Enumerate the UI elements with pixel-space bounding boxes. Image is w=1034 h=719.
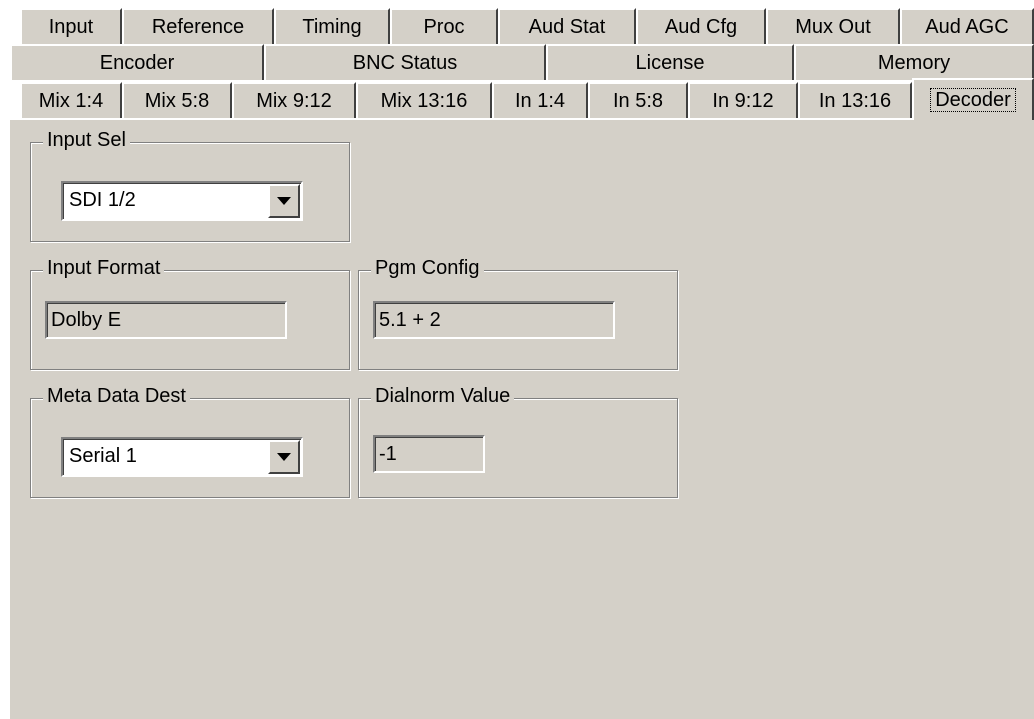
input-format-value: Dolby E xyxy=(51,309,122,331)
tab-label: Input xyxy=(48,15,94,38)
input-sel-value: SDI 1/2 xyxy=(69,189,136,211)
pgm-config-label: Pgm Config xyxy=(371,257,484,280)
tab-label: BNC Status xyxy=(352,51,458,74)
tab-label: License xyxy=(635,51,705,74)
tab-aud-cfg[interactable]: Aud Cfg xyxy=(636,8,766,44)
tab-aud-agc[interactable]: Aud AGC xyxy=(900,8,1034,44)
tab-label: Proc xyxy=(423,15,465,38)
meta-data-dest-value: Serial 1 xyxy=(69,445,137,467)
tab-label: Mux Out xyxy=(795,15,871,38)
tab-bnc-status[interactable]: BNC Status xyxy=(264,44,546,80)
dialnorm-value-label: Dialnorm Value xyxy=(371,385,515,408)
tab-label: Mix 13:16 xyxy=(380,89,468,112)
chevron-down-icon xyxy=(277,453,291,461)
input-sel-label: Input Sel xyxy=(43,129,130,152)
meta-data-dest-dropdown[interactable]: Serial 1 xyxy=(61,437,303,477)
tab-label: In 1:4 xyxy=(514,89,566,112)
tab-timing[interactable]: Timing xyxy=(274,8,390,44)
tab-label: Timing xyxy=(302,15,362,38)
input-format-label: Input Format xyxy=(43,257,165,280)
tab-encoder[interactable]: Encoder xyxy=(10,44,264,80)
decoder-panel: Input Sel SDI 1/2 Input Format Dolby E P… xyxy=(8,118,1034,719)
tab-in-9-12[interactable]: In 9:12 xyxy=(688,82,798,118)
tab-label: Memory xyxy=(877,51,951,74)
input-format-group: Input Format Dolby E xyxy=(30,257,350,370)
pgm-config-value: 5.1 + 2 xyxy=(379,309,441,331)
tab-aud-stat[interactable]: Aud Stat xyxy=(498,8,636,44)
tab-reference[interactable]: Reference xyxy=(122,8,274,44)
tab-in-5-8[interactable]: In 5:8 xyxy=(588,82,688,118)
tab-proc[interactable]: Proc xyxy=(390,8,498,44)
tab-label: Mix 1:4 xyxy=(38,89,104,112)
pgm-config-group: Pgm Config 5.1 + 2 xyxy=(358,257,678,370)
input-sel-group: Input Sel SDI 1/2 xyxy=(30,129,350,242)
pgm-config-field: 5.1 + 2 xyxy=(373,301,615,339)
tab-label: In 13:16 xyxy=(818,89,892,112)
chevron-down-icon xyxy=(277,197,291,205)
tab-in-13-16[interactable]: In 13:16 xyxy=(798,82,912,118)
tab-label: In 5:8 xyxy=(612,89,664,112)
tab-mux-out[interactable]: Mux Out xyxy=(766,8,900,44)
dialnorm-value-field: -1 xyxy=(373,435,485,473)
tab-in-1-4[interactable]: In 1:4 xyxy=(492,82,588,118)
tab-mix-5-8[interactable]: Mix 5:8 xyxy=(122,82,232,118)
tab-label: Decoder xyxy=(930,88,1016,112)
tab-mix-1-4[interactable]: Mix 1:4 xyxy=(20,82,122,118)
meta-data-dest-group: Meta Data Dest Serial 1 xyxy=(30,385,350,498)
tab-label: Aud Stat xyxy=(528,15,606,38)
input-format-field: Dolby E xyxy=(45,301,287,339)
tab-label: Aud Cfg xyxy=(664,15,738,38)
input-sel-dropdown[interactable]: SDI 1/2 xyxy=(61,181,303,221)
tab-license[interactable]: License xyxy=(546,44,794,80)
tab-label: Reference xyxy=(151,15,245,38)
tab-label: Mix 9:12 xyxy=(256,89,332,112)
tab-mix-13-16[interactable]: Mix 13:16 xyxy=(356,82,492,118)
tab-mix-9-12[interactable]: Mix 9:12 xyxy=(232,82,356,118)
dialnorm-value-group: Dialnorm Value -1 xyxy=(358,385,678,498)
meta-data-dest-label: Meta Data Dest xyxy=(43,385,190,408)
tab-label: Aud AGC xyxy=(925,15,1009,38)
tab-memory[interactable]: Memory xyxy=(794,44,1034,80)
meta-data-dest-dropdown-button[interactable] xyxy=(268,440,300,474)
tab-label: Encoder xyxy=(99,51,175,74)
tab-label: In 9:12 xyxy=(712,89,774,112)
dialnorm-value-text: -1 xyxy=(379,443,397,465)
input-sel-dropdown-button[interactable] xyxy=(268,184,300,218)
tab-decoder[interactable]: Decoder xyxy=(912,78,1034,120)
tab-label: Mix 5:8 xyxy=(144,89,210,112)
tab-input[interactable]: Input xyxy=(20,8,122,44)
